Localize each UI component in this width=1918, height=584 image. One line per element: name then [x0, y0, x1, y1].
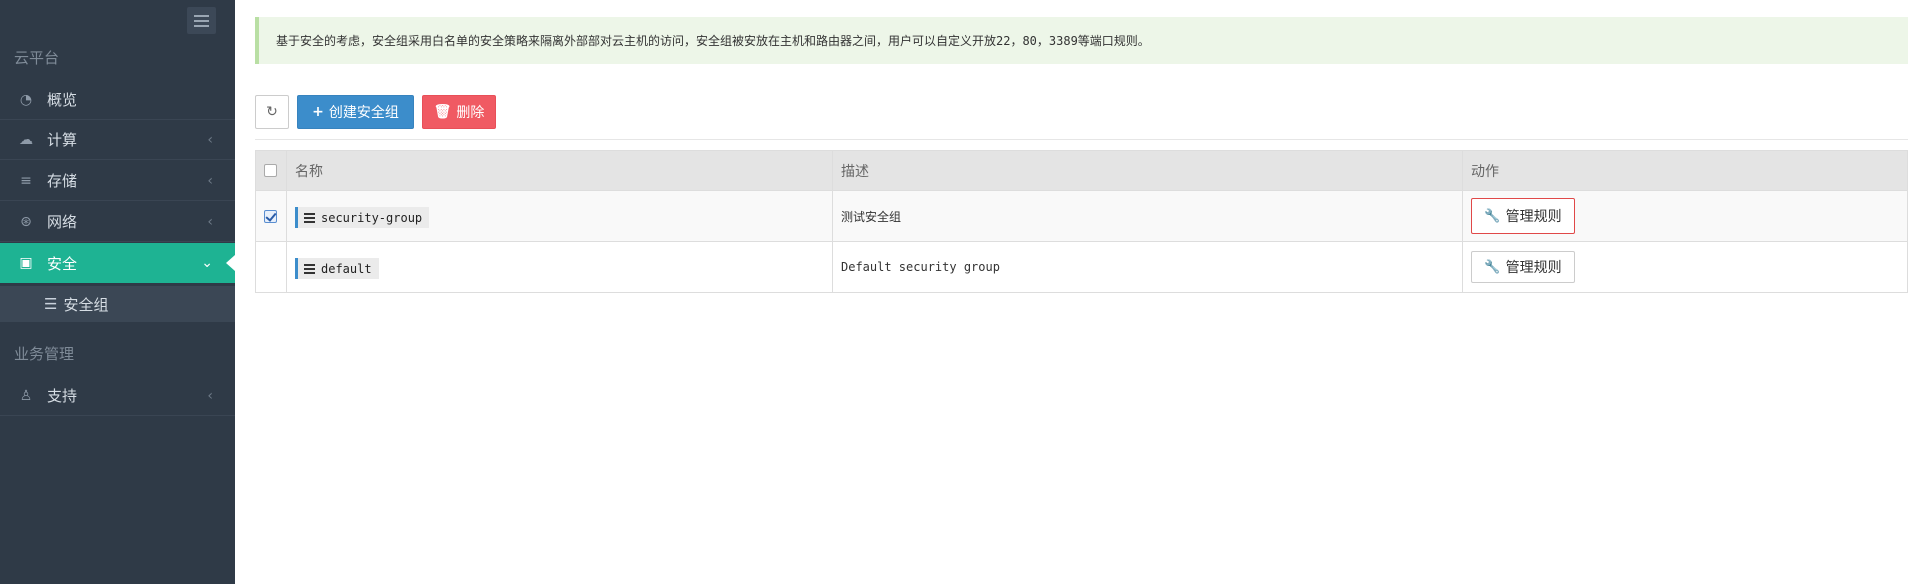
security-group-name-tag[interactable]: default	[295, 258, 379, 280]
trash-icon: 🗑	[433, 104, 452, 120]
delete-button[interactable]: 🗑 删除	[422, 95, 496, 129]
info-notice: 基于安全的考虑，安全组采用白名单的安全策略来隔离外部部对云主机的访问，安全组被安…	[255, 17, 1908, 64]
sidebar-item-label: 安全	[47, 254, 78, 273]
table-header-row: 名称 描述 动作	[255, 150, 1908, 191]
row-checkbox[interactable]	[264, 210, 277, 223]
manage-rules-button[interactable]: 🔧 管理规则	[1471, 251, 1575, 283]
list-icon: ☰	[44, 295, 58, 313]
description-cell: Default security group	[832, 241, 1463, 293]
column-header-action: 动作	[1462, 150, 1908, 191]
security-group-name: security-group	[321, 210, 423, 225]
chevron-left-icon: ‹	[207, 213, 213, 230]
table-row[interactable]: security-group 测试安全组 🔧 管理规则	[255, 190, 1908, 242]
support-icon: ♙	[19, 387, 33, 404]
list-icon	[304, 212, 315, 223]
delete-button-label: 删除	[456, 105, 485, 121]
sidebar-item-label: 计算	[47, 131, 78, 149]
sidebar-toggle-button[interactable]	[187, 7, 216, 34]
name-cell: default	[286, 241, 833, 293]
database-icon: ≡	[20, 172, 32, 189]
plus-icon: +	[312, 104, 324, 120]
sidebar-subitem-security-group[interactable]: ☰ 安全组	[0, 286, 235, 322]
manage-rules-label: 管理规则	[1505, 260, 1562, 276]
manage-rules-button[interactable]: 🔧 管理规则	[1471, 198, 1575, 234]
name-cell: security-group	[286, 190, 833, 242]
column-header-name: 名称	[286, 150, 833, 191]
sidebar-item-support[interactable]: ♙ 支持 ‹	[0, 376, 235, 416]
action-cell: 🔧 管理规则	[1462, 241, 1908, 293]
section-title-cloud: 云平台	[14, 49, 60, 67]
refresh-icon: ↻	[266, 104, 278, 120]
notice-text: 基于安全的考虑，安全组采用白名单的安全策略来隔离外部部对云主机的访问，安全组被安…	[276, 34, 1150, 48]
wrench-icon: 🔧	[1484, 208, 1501, 224]
chevron-down-icon: ⌄	[201, 255, 213, 271]
security-group-name: default	[321, 261, 372, 276]
select-all-cell	[255, 150, 287, 191]
medkit-icon: ▣	[19, 255, 33, 271]
action-cell: 🔧 管理规则	[1462, 190, 1908, 242]
divider	[255, 139, 1908, 140]
description-cell: 测试安全组	[832, 190, 1463, 242]
sidebar-subitem-label: 安全组	[63, 295, 109, 314]
sidebar-item-storage[interactable]: ≡ 存储 ‹	[0, 161, 235, 201]
toolbar: ↻ + 创建安全组 🗑 删除	[255, 95, 496, 129]
column-header-description: 描述	[832, 150, 1463, 191]
security-group-name-tag[interactable]: security-group	[295, 207, 430, 229]
wrench-icon: 🔧	[1484, 259, 1501, 275]
table-row[interactable]: default Default security group 🔧 管理规则	[255, 241, 1908, 293]
sidebar-item-label: 网络	[47, 213, 78, 231]
row-select-cell	[255, 190, 287, 242]
manage-rules-label: 管理规则	[1505, 209, 1562, 225]
chevron-left-icon: ‹	[207, 172, 213, 189]
sidebar: 云平台 ◔ 概览 ☁ 计算 ‹ ≡ 存储 ‹ ⊛ 网络 ‹ ▣ 安全 ⌄ ☰ 安…	[0, 0, 235, 584]
row-select-cell	[255, 241, 287, 293]
security-group-table: 名称 描述 动作 security-group 测试安全组 🔧 管理规则 def…	[255, 150, 1908, 293]
sidebar-item-label: 支持	[47, 387, 78, 405]
select-all-checkbox[interactable]	[264, 164, 277, 177]
refresh-button[interactable]: ↻	[255, 95, 289, 129]
network-icon: ⊛	[20, 213, 32, 230]
sidebar-item-label: 概览	[47, 91, 78, 109]
dashboard-icon: ◔	[19, 91, 33, 108]
list-icon	[304, 263, 315, 274]
create-security-group-button[interactable]: + 创建安全组	[297, 95, 414, 129]
section-title-business: 业务管理	[14, 345, 75, 363]
sidebar-item-label: 存储	[47, 172, 78, 190]
sidebar-item-security[interactable]: ▣ 安全 ⌄	[0, 243, 235, 283]
sidebar-item-network[interactable]: ⊛ 网络 ‹	[0, 202, 235, 242]
chevron-left-icon: ‹	[207, 131, 213, 148]
cloud-icon: ☁	[19, 131, 33, 148]
sidebar-item-compute[interactable]: ☁ 计算 ‹	[0, 120, 235, 160]
sidebar-item-overview[interactable]: ◔ 概览	[0, 80, 235, 120]
create-button-label: 创建安全组	[328, 105, 399, 121]
chevron-left-icon: ‹	[207, 387, 213, 404]
